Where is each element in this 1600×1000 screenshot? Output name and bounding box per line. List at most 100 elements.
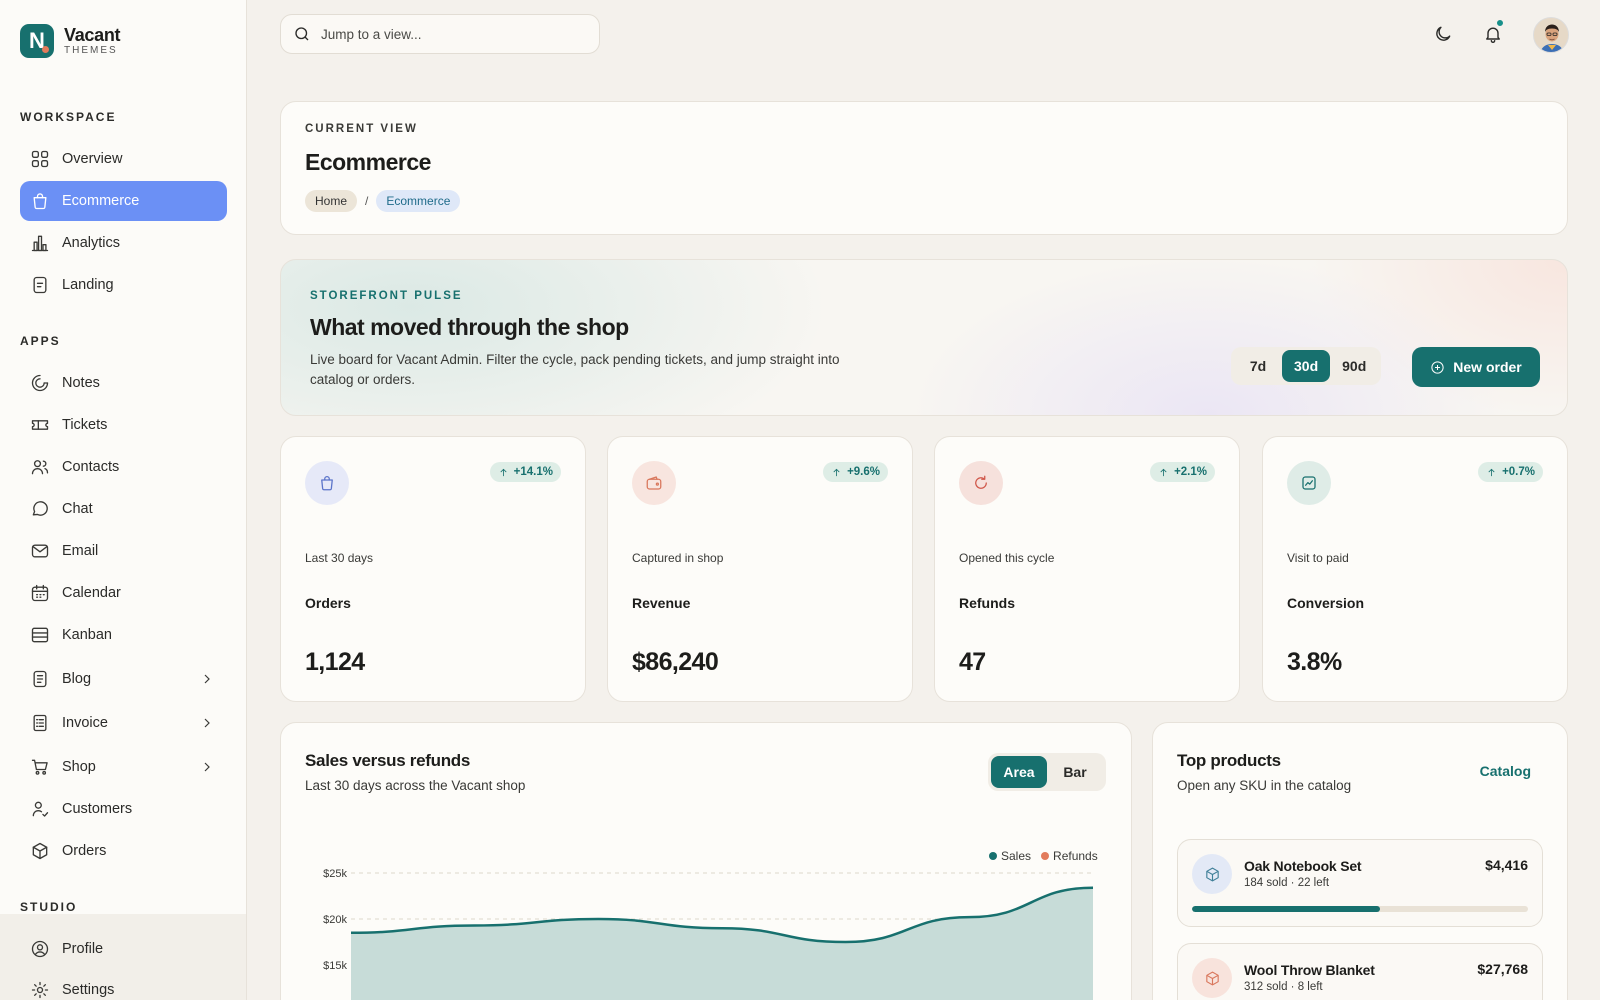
chart-subtitle: Last 30 days across the Vacant shop xyxy=(305,778,526,793)
refresh-icon xyxy=(959,461,1003,505)
hero-title: What moved through the shop xyxy=(310,314,629,340)
stat-value: 47 xyxy=(959,648,986,676)
sidebar-item-shop[interactable]: Shop xyxy=(20,747,227,787)
stat-card-revenue[interactable]: +9.6% Captured in shop Revenue $86,240 xyxy=(607,436,913,702)
chevron-right-icon xyxy=(199,671,215,687)
range-30d-button[interactable]: 30d xyxy=(1282,350,1331,382)
sidebar-item-calendar[interactable]: Calendar xyxy=(20,573,227,613)
range-selector: 7d 30d 90d xyxy=(1231,347,1382,385)
y-tick-label: $25k xyxy=(323,868,347,880)
shopping-bag-icon xyxy=(30,191,50,211)
box-icon xyxy=(1192,958,1232,998)
section-label-apps: APPS xyxy=(20,334,61,348)
trend-badge: +14.1% xyxy=(489,462,561,482)
users-icon xyxy=(30,457,50,477)
product-name: Wool Throw Blanket xyxy=(1244,962,1375,978)
mail-icon xyxy=(30,541,50,561)
notification-dot xyxy=(1496,19,1504,27)
document-icon xyxy=(30,669,50,689)
invoice-icon xyxy=(30,713,50,733)
sales-area xyxy=(351,887,1093,1000)
stat-value: 1,124 xyxy=(305,648,365,676)
stat-card-conversion[interactable]: +0.7% Visit to paid Conversion 3.8% xyxy=(1262,436,1568,702)
sales-chart-card: Sales versus refunds Last 30 days across… xyxy=(280,722,1132,1000)
sidebar-item-invoice[interactable]: Invoice xyxy=(20,703,227,743)
legend-item-refunds[interactable]: Refunds xyxy=(1041,849,1098,863)
sales-area-chart: $25k $20k $15k xyxy=(323,868,1094,1000)
sidebar-item-customers[interactable]: Customers xyxy=(20,789,227,829)
stat-subtitle: Visit to paid xyxy=(1287,551,1349,565)
sidebar-item-profile[interactable]: Profile xyxy=(20,929,227,969)
search-input[interactable] xyxy=(321,26,581,42)
sidebar-item-chat[interactable]: Chat xyxy=(20,489,227,529)
box-icon xyxy=(1192,854,1232,894)
range-90d-button[interactable]: 90d xyxy=(1330,350,1378,382)
product-price: $4,416 xyxy=(1485,857,1528,873)
arrow-up-icon xyxy=(833,468,840,476)
y-tick-label: $20k xyxy=(323,914,347,926)
range-7d-button[interactable]: 7d xyxy=(1234,350,1282,382)
product-name: Oak Notebook Set xyxy=(1244,858,1362,874)
sidebar-item-orders[interactable]: Orders xyxy=(20,831,227,871)
moon-icon xyxy=(1436,26,1451,41)
sidebar-item-ecommerce[interactable]: Ecommerce xyxy=(20,181,227,221)
file-icon xyxy=(30,275,50,295)
bell-icon xyxy=(1486,27,1500,43)
breadcrumb: Home / Ecommerce xyxy=(305,190,461,212)
gear-icon xyxy=(30,980,50,1000)
search-bar[interactable] xyxy=(280,14,600,54)
catalog-link[interactable]: Catalog xyxy=(1480,763,1531,779)
top-products-card: Top products Open any SKU in the catalog… xyxy=(1152,722,1568,1000)
brand-logo[interactable]: N Vacant THEMES xyxy=(20,24,121,58)
chart-mode-bar-button[interactable]: Bar xyxy=(1047,756,1103,788)
stat-name: Conversion xyxy=(1287,595,1365,611)
page-title: Ecommerce xyxy=(305,149,431,175)
arrow-up-icon xyxy=(500,468,507,476)
stat-card-refunds[interactable]: +2.1% Opened this cycle Refunds 47 xyxy=(934,436,1240,702)
notes-icon xyxy=(30,373,50,393)
stat-value: $86,240 xyxy=(632,648,719,676)
sidebar-item-kanban[interactable]: Kanban xyxy=(20,615,227,655)
stat-card-orders[interactable]: +14.1% Last 30 days Orders 1,124 xyxy=(280,436,586,702)
sidebar-item-overview[interactable]: Overview xyxy=(20,139,227,179)
stat-subtitle: Captured in shop xyxy=(632,551,724,565)
notifications-button[interactable] xyxy=(1481,19,1505,46)
avatar[interactable] xyxy=(1533,17,1569,53)
sidebar-item-landing[interactable]: Landing xyxy=(20,265,227,305)
breadcrumb-home[interactable]: Home xyxy=(305,190,358,212)
chevron-right-icon xyxy=(199,759,215,775)
wallet-icon xyxy=(632,461,676,505)
logo-mark: N xyxy=(20,24,54,58)
legend-item-sales[interactable]: Sales xyxy=(989,849,1031,863)
sidebar-item-contacts[interactable]: Contacts xyxy=(20,447,227,487)
sidebar-item-blog[interactable]: Blog xyxy=(20,659,227,699)
chevron-right-icon xyxy=(199,715,215,731)
user-check-icon xyxy=(30,799,50,819)
sidebar-item-settings[interactable]: Settings xyxy=(20,970,227,1000)
theme-toggle-button[interactable] xyxy=(1431,22,1455,46)
top-products-subtitle: Open any SKU in the catalog xyxy=(1177,778,1352,793)
sidebar-item-analytics[interactable]: Analytics xyxy=(20,223,227,263)
section-label-workspace: WORKSPACE xyxy=(20,110,117,124)
product-meta: 184 sold · 22 left xyxy=(1244,877,1330,889)
brand-name: Vacant xyxy=(64,25,121,45)
product-progress-bar xyxy=(1192,906,1528,912)
new-order-button[interactable]: New order xyxy=(1412,347,1540,387)
chart-mode-area-button[interactable]: Area xyxy=(991,756,1047,788)
product-item[interactable]: Wool Throw Blanket 312 sold · 8 left $27… xyxy=(1177,943,1543,1000)
stat-subtitle: Last 30 days xyxy=(305,551,374,565)
sidebar-item-tickets[interactable]: Tickets xyxy=(20,405,227,445)
sidebar-item-notes[interactable]: Notes xyxy=(20,363,227,403)
section-label-studio: STUDIO xyxy=(20,900,78,914)
sidebar: N Vacant THEMES WORKSPACE Overview Ecomm… xyxy=(0,0,247,1000)
bar-chart-icon xyxy=(30,233,50,253)
product-item[interactable]: Oak Notebook Set 184 sold · 22 left $4,4… xyxy=(1177,839,1543,927)
hero-description: Live board for Vacant Admin. Filter the … xyxy=(310,352,840,387)
top-products-title: Top products xyxy=(1177,751,1281,770)
sidebar-item-email[interactable]: Email xyxy=(20,531,227,571)
chart-mode-toggle: Area Bar xyxy=(988,753,1106,791)
chart-title: Sales versus refunds xyxy=(305,751,471,770)
stat-value: 3.8% xyxy=(1287,648,1342,676)
current-view-label: CURRENT VIEW xyxy=(305,123,418,135)
plus-circle-icon xyxy=(1431,360,1444,374)
